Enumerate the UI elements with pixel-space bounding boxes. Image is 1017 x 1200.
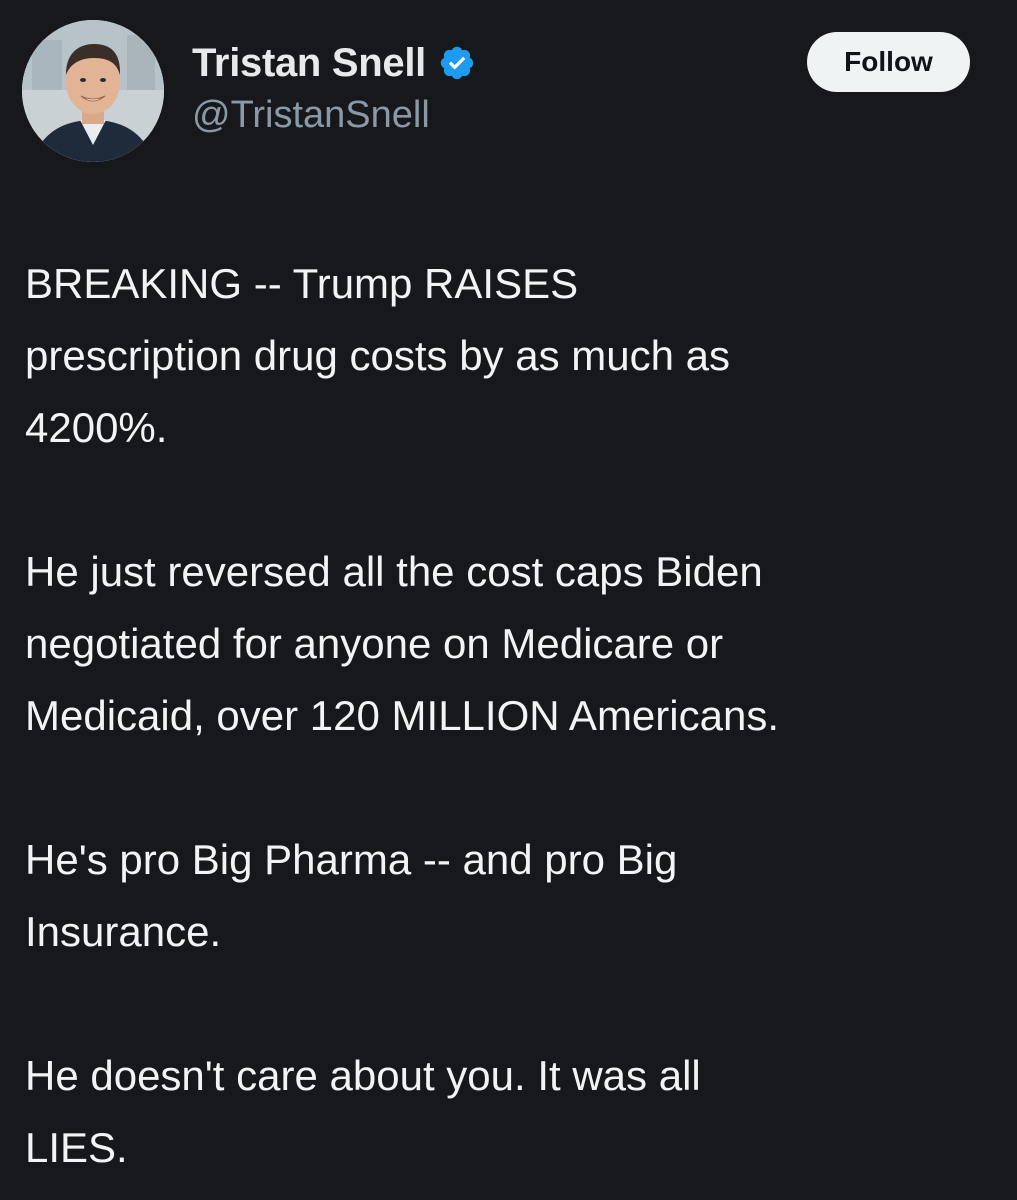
name-row: Tristan Snell — [192, 38, 476, 88]
tweet-header: Tristan Snell @TristanSnell Follow — [22, 20, 982, 165]
verified-badge-icon[interactable] — [438, 44, 476, 82]
tweet-paragraph: He's pro Big Pharma -- and pro Big Insur… — [25, 836, 678, 955]
display-name[interactable]: Tristan Snell — [192, 41, 426, 86]
tweet-paragraph: He doesn't care about you. It was all LI… — [25, 1052, 701, 1171]
handle[interactable]: @TristanSnell — [192, 94, 476, 137]
profile-photo-icon — [22, 20, 164, 162]
tweet-paragraph: He just reversed all the cost caps Biden… — [25, 548, 779, 739]
tweet-paragraph: BREAKING -- Trump RAISES prescription dr… — [25, 260, 730, 451]
author-info: Tristan Snell @TristanSnell — [192, 38, 476, 137]
avatar[interactable] — [22, 20, 164, 162]
tweet-text: BREAKING -- Trump RAISES prescription dr… — [25, 248, 1000, 1184]
tweet-card: Tristan Snell @TristanSnell Follow BREAK… — [0, 0, 1017, 1200]
follow-button[interactable]: Follow — [807, 32, 970, 92]
